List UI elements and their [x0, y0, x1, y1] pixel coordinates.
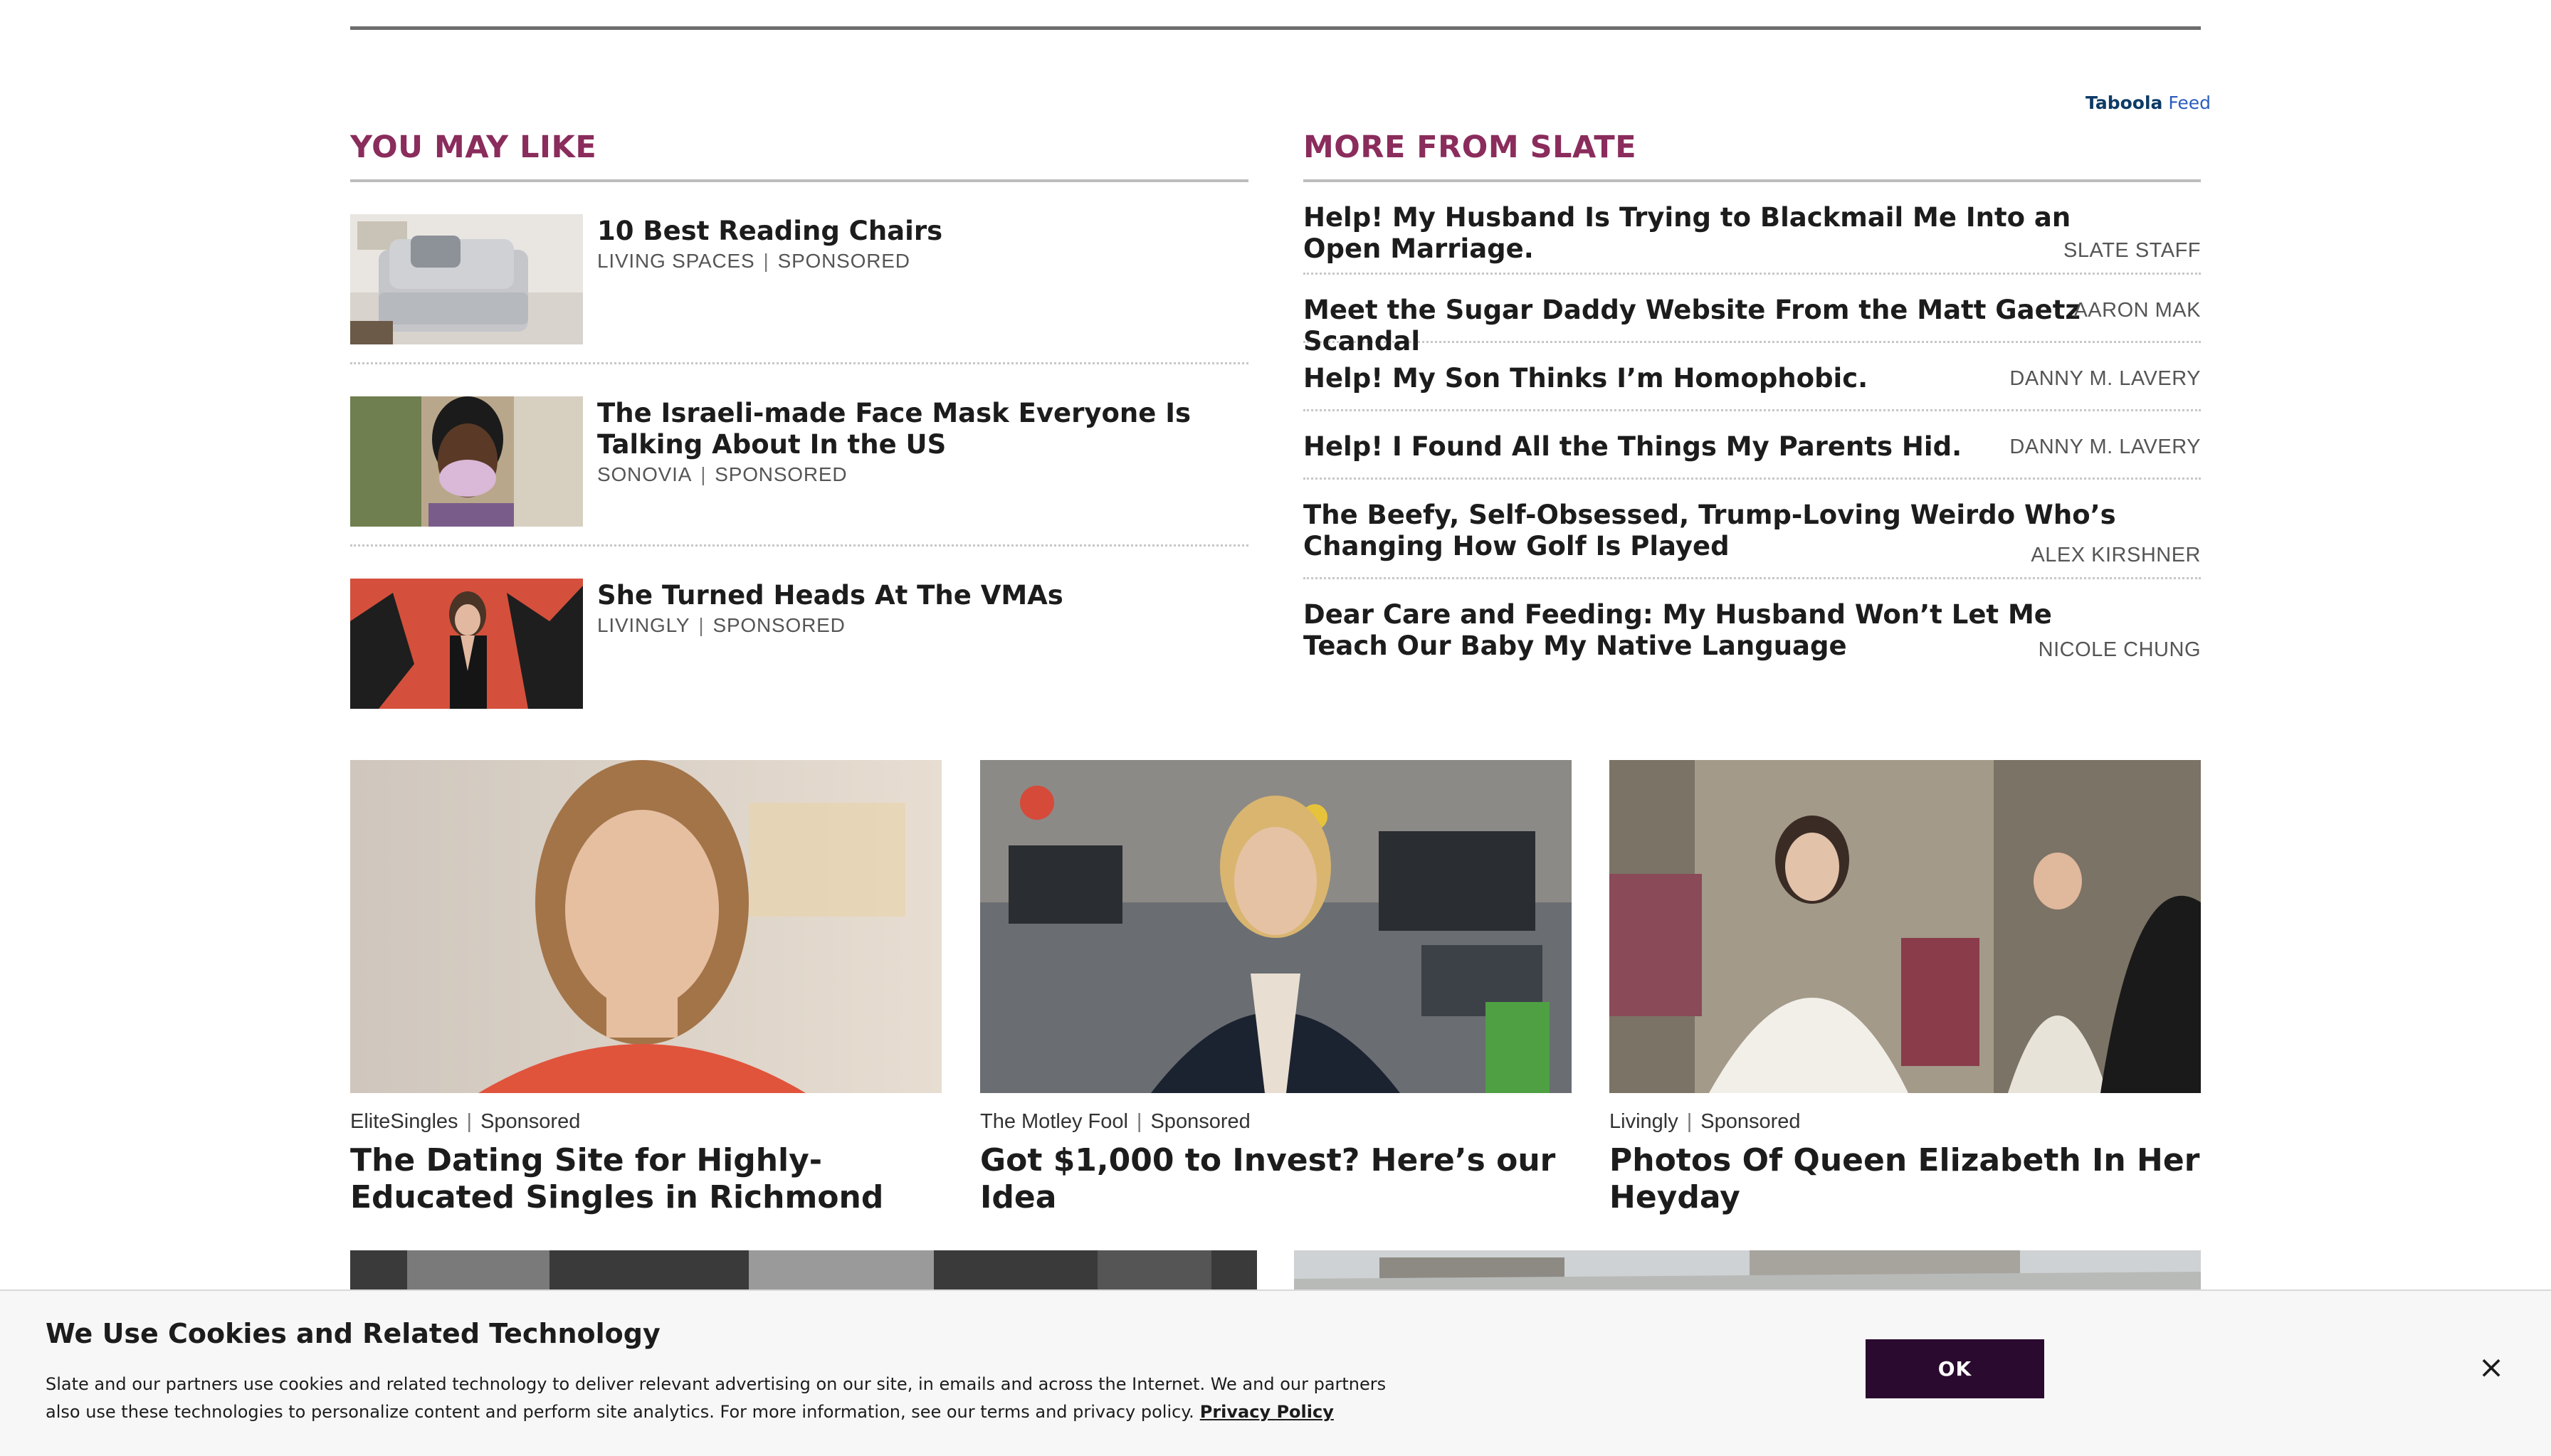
queen-elizabeth-image[interactable] — [1609, 760, 2201, 1093]
sponsored-card[interactable]: The Motley Fool | Sponsored Got $1,000 to … — [980, 760, 1572, 1216]
cookie-ok-button[interactable]: OK — [1866, 1339, 2044, 1398]
privacy-policy-link[interactable]: Privacy Policy — [1200, 1402, 1334, 1422]
sponsored-item-title[interactable]: The Israeli-made Face Mask Everyone Is T… — [597, 398, 1209, 460]
sponsored-tag: SPONSORED — [715, 463, 848, 485]
card-meta: EliteSingles | Sponsored — [350, 1110, 581, 1133]
red-carpet-thumbnail[interactable] — [350, 579, 583, 709]
article-link[interactable]: The Beefy, Self-Obsessed, Trump-Loving W… — [1303, 480, 2201, 579]
gray-armchair-thumbnail[interactable] — [350, 214, 583, 344]
article-author: SLATE STAFF — [2063, 239, 2201, 262]
taboola-feed-logo[interactable]: Taboola Feed — [2085, 93, 2211, 113]
card-source: The Motley Fool — [980, 1110, 1128, 1133]
article-link[interactable]: Help! My Son Thinks I’m Homophobic. DANN… — [1303, 343, 2201, 411]
sponsored-item[interactable]: The Israeli-made Face Mask Everyone Is T… — [350, 364, 1248, 547]
newsroom-presenter-image[interactable] — [980, 760, 1572, 1093]
cookie-body-text: Slate and our partners use cookies and r… — [46, 1374, 1387, 1422]
sponsored-tag: SPONSORED — [712, 614, 846, 636]
smiling-woman-image[interactable] — [350, 760, 942, 1093]
sponsored-item-meta: LIVINGLY | SPONSORED — [597, 614, 846, 636]
article-title[interactable]: Help! My Husband Is Trying to Blackmail … — [1303, 202, 2122, 265]
article-link[interactable]: Meet the Sugar Daddy Website From the Ma… — [1303, 275, 2201, 357]
card-title[interactable]: Got $1,000 to Invest? Here’s our Idea — [980, 1142, 1572, 1216]
sponsored-card[interactable]: Livingly | Sponsored Photos Of Queen Eliza… — [1609, 760, 2201, 1216]
next-row-image-left[interactable] — [350, 1250, 1257, 1293]
you-may-like-section: YOU MAY LIKE 10 Best Reading Chairs LIVI… — [350, 130, 1248, 729]
sponsor-name: SONOVIA — [597, 463, 693, 485]
sponsored-item-title[interactable]: 10 Best Reading Chairs — [597, 216, 942, 247]
article-author: NICOLE CHUNG — [2038, 638, 2201, 661]
more-from-slate-section: MORE FROM SLATE Help! My Husband Is Tryi… — [1303, 130, 2201, 672]
cookie-banner: We Use Cookies and Related Technology Sl… — [0, 1289, 2551, 1456]
card-meta: The Motley Fool | Sponsored — [980, 1110, 1251, 1133]
sponsor-name: LIVING SPACES — [597, 250, 755, 272]
cookie-title: We Use Cookies and Related Technology — [46, 1318, 661, 1349]
card-title[interactable]: The Dating Site for Highly-Educated Sing… — [350, 1142, 942, 1216]
article-author: AARON MAK — [2073, 299, 2201, 322]
sponsored-item[interactable]: She Turned Heads At The VMAs LIVINGLY | SP… — [350, 547, 1248, 729]
card-tag: Sponsored — [1700, 1110, 1801, 1133]
card-tag: Sponsored — [1150, 1110, 1251, 1133]
card-source: Livingly — [1609, 1110, 1678, 1133]
more-from-slate-heading: MORE FROM SLATE — [1303, 130, 2201, 182]
article-author: ALEX KIRSHNER — [2031, 544, 2201, 566]
article-author: DANNY M. LAVERY — [2009, 367, 2201, 390]
sponsored-item[interactable]: 10 Best Reading Chairs LIVING SPACES | SPO… — [350, 182, 1248, 364]
article-link[interactable]: Dear Care and Feeding: My Husband Won’t … — [1303, 579, 2201, 672]
article-title[interactable]: Dear Care and Feeding: My Husband Won’t … — [1303, 599, 2122, 662]
card-tag: Sponsored — [480, 1110, 581, 1133]
article-link[interactable]: Help! I Found All the Things My Parents … — [1303, 411, 2201, 480]
sponsored-tag: SPONSORED — [777, 250, 910, 272]
article-title[interactable]: Help! I Found All the Things My Parents … — [1303, 431, 2122, 463]
article-title[interactable]: The Beefy, Self-Obsessed, Trump-Loving W… — [1303, 500, 2122, 562]
woman-face-mask-thumbnail[interactable] — [350, 396, 583, 527]
article-link[interactable]: Help! My Husband Is Trying to Blackmail … — [1303, 182, 2201, 275]
card-meta: Livingly | Sponsored — [1609, 1110, 1801, 1133]
taboola-brand: Taboola — [2085, 93, 2163, 113]
card-title[interactable]: Photos Of Queen Elizabeth In Her Heyday — [1609, 1142, 2201, 1216]
sponsored-item-title[interactable]: She Turned Heads At The VMAs — [597, 580, 1063, 611]
top-divider — [350, 26, 2201, 30]
sponsored-card[interactable]: EliteSingles | Sponsored The Dating Site f… — [350, 760, 942, 1216]
close-icon[interactable]: × — [2477, 1352, 2505, 1383]
you-may-like-heading: YOU MAY LIKE — [350, 130, 1248, 182]
next-row-image-right[interactable] — [1294, 1250, 2201, 1293]
sponsor-name: LIVINGLY — [597, 614, 690, 636]
article-author: DANNY M. LAVERY — [2009, 436, 2201, 458]
sponsored-item-meta: LIVING SPACES | SPONSORED — [597, 250, 910, 272]
cookie-body: Slate and our partners use cookies and r… — [46, 1371, 1398, 1426]
card-source: EliteSingles — [350, 1110, 458, 1133]
taboola-feed-label: Feed — [2168, 93, 2211, 113]
sponsored-item-meta: SONOVIA | SPONSORED — [597, 463, 848, 485]
article-title[interactable]: Help! My Son Thinks I’m Homophobic. — [1303, 363, 2122, 394]
